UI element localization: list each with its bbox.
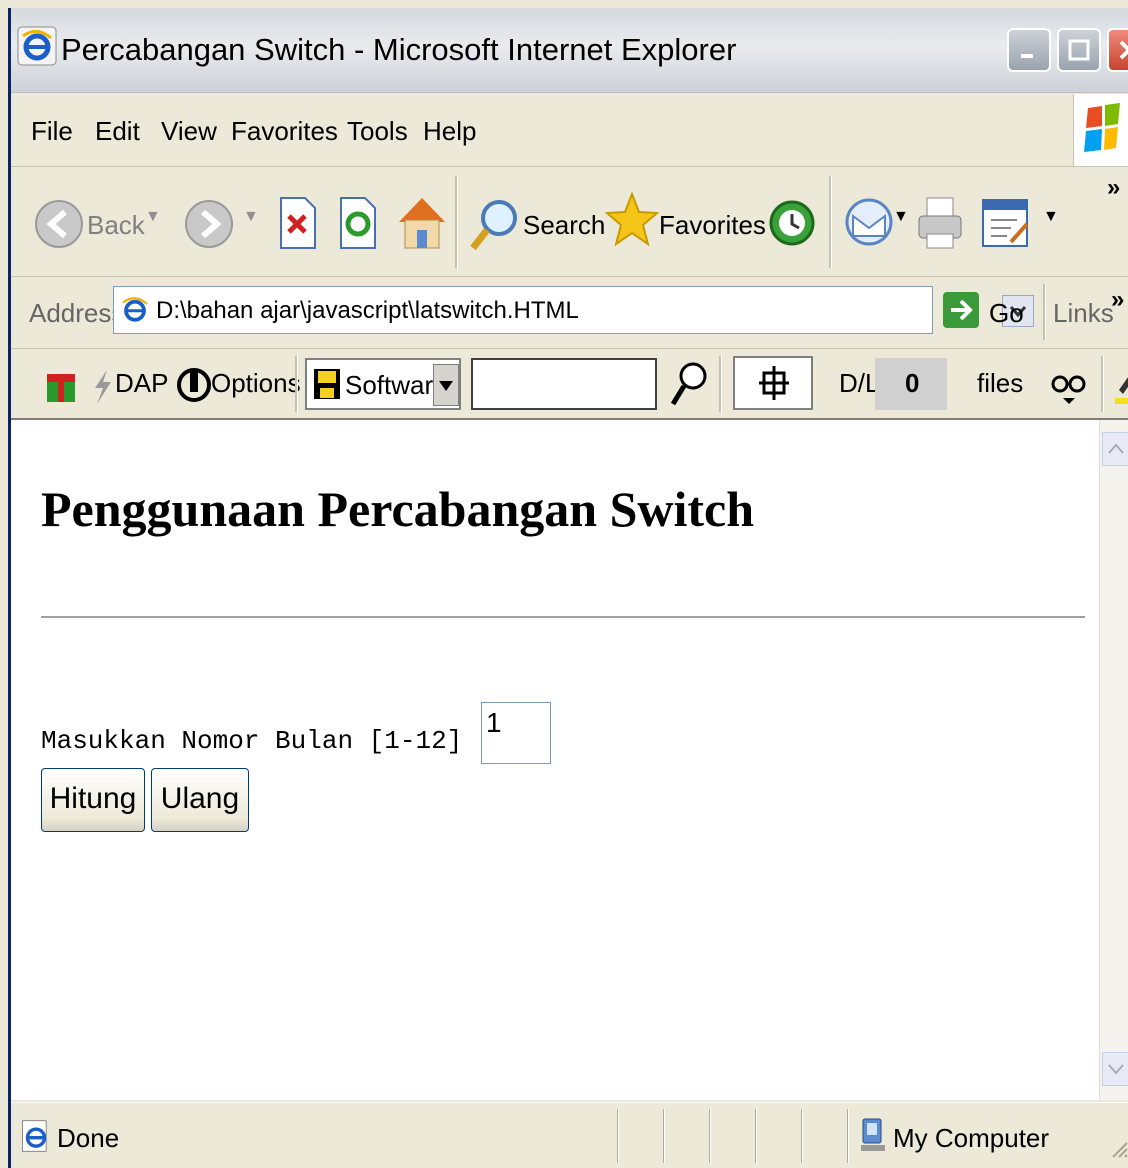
close-icon <box>1119 40 1128 60</box>
title-bar[interactable]: Percabangan Switch - Microsoft Internet … <box>11 8 1128 93</box>
mail-icon[interactable] <box>845 194 897 252</box>
stop-icon[interactable] <box>277 196 317 250</box>
menu-favorites[interactable]: Favorites <box>231 116 338 147</box>
crosshair-button[interactable] <box>733 356 813 410</box>
page-heading: Penggunaan Percabangan Switch <box>41 481 755 537</box>
dap-separator-2 <box>719 356 722 412</box>
links-more-chevron[interactable]: » <box>1111 286 1124 314</box>
scroll-up-button[interactable] <box>1102 432 1128 466</box>
menu-view[interactable]: View <box>161 116 217 147</box>
status-text: Done <box>57 1123 120 1153</box>
maximize-icon <box>1068 39 1090 61</box>
software-select[interactable]: Software <box>305 358 461 410</box>
status-separator <box>847 1109 849 1163</box>
dap-separator-3 <box>1101 356 1104 412</box>
chevron-up-icon <box>1108 443 1124 454</box>
refresh-icon[interactable] <box>337 196 377 250</box>
maximize-button[interactable] <box>1057 28 1101 72</box>
menu-bar: File Edit View Favorites Tools Help <box>11 94 1128 167</box>
menu-help[interactable]: Help <box>423 116 476 147</box>
my-computer-icon <box>861 1118 885 1151</box>
mail-dropdown-icon[interactable]: ▼ <box>893 208 909 226</box>
page-done-icon <box>21 1120 47 1152</box>
dap-toolbar: DAP Options Software D/L 0 files <box>11 350 1128 420</box>
status-bar: Done My Computer <box>11 1102 1128 1168</box>
window-title: Percabangan Switch - Microsoft Internet … <box>61 32 737 67</box>
resize-grip-icon[interactable] <box>1109 1139 1128 1159</box>
windows-flag-icon <box>1084 103 1120 152</box>
month-prompt: Masukkan Nomor Bulan [1-12] : <box>41 726 494 756</box>
go-arrow-icon <box>951 299 973 321</box>
address-bar: Address D:\bahan ajar\javascript\latswit… <box>11 278 1128 349</box>
scroll-down-button[interactable] <box>1102 1052 1128 1086</box>
software-dropdown[interactable] <box>433 364 459 406</box>
menu-tools[interactable]: Tools <box>347 116 408 147</box>
go-button[interactable]: Go <box>989 298 1024 329</box>
status-separator <box>617 1109 619 1163</box>
menu-edit[interactable]: Edit <box>95 116 140 147</box>
dap-button[interactable]: DAP <box>115 368 168 399</box>
minimize-icon <box>1021 54 1033 58</box>
home-icon[interactable] <box>395 192 449 252</box>
back-arrow-icon[interactable] <box>33 198 85 250</box>
forward-arrow-icon[interactable] <box>183 198 235 250</box>
vertical-scrollbar[interactable] <box>1099 420 1128 1100</box>
toolbar-separator-2 <box>829 176 832 268</box>
search-icon[interactable] <box>467 198 521 254</box>
horizontal-rule <box>41 616 1085 619</box>
magnifier-icon[interactable] <box>667 360 711 410</box>
windows-logo <box>1073 94 1128 166</box>
triangle-down-icon <box>439 381 453 391</box>
minimize-button[interactable] <box>1007 28 1051 72</box>
dap-separator <box>295 356 298 412</box>
ulang-button[interactable]: Ulang <box>151 768 249 832</box>
dl-label: D/L <box>839 368 880 398</box>
browser-window: Percabangan Switch - Microsoft Internet … <box>8 8 1128 1168</box>
page-ie-icon <box>122 297 148 322</box>
history-icon[interactable] <box>767 198 817 248</box>
edit-page-icon[interactable] <box>981 198 1033 252</box>
month-number-input[interactable]: 1 <box>481 702 551 764</box>
address-value: D:\bahan ajar\javascript\latswitch.HTML <box>156 297 579 324</box>
standard-toolbar: Back ▼ ▼ Search Favorites ▼ ▼ » <box>11 168 1128 277</box>
close-button[interactable] <box>1107 28 1128 72</box>
status-separator <box>709 1109 711 1163</box>
status-separator <box>755 1109 757 1163</box>
toolbar-separator <box>455 176 458 268</box>
glasses-icon[interactable] <box>1051 368 1087 404</box>
address-label: Address <box>29 298 125 328</box>
ie-logo-icon <box>17 26 57 66</box>
dap-lightning-icon[interactable] <box>89 368 115 406</box>
zone-text: My Computer <box>893 1123 1050 1153</box>
status-separator <box>663 1109 665 1163</box>
files-label: files <box>977 368 1024 398</box>
dl-count: 0 <box>905 368 920 398</box>
toolbar-more-chevron[interactable]: » <box>1107 174 1120 202</box>
address-separator <box>1043 284 1046 340</box>
favorites-star-icon[interactable] <box>605 192 659 250</box>
edit-dropdown-icon[interactable]: ▼ <box>1043 208 1059 226</box>
forward-dropdown-icon[interactable]: ▼ <box>243 208 259 226</box>
back-button[interactable]: Back <box>87 210 145 241</box>
gift-icon[interactable] <box>45 366 77 404</box>
page-content: Penggunaan Percabangan Switch Masukkan N… <box>11 420 1099 1100</box>
go-arrow[interactable] <box>943 292 979 328</box>
back-dropdown-icon[interactable]: ▼ <box>145 208 161 226</box>
menu-file[interactable]: File <box>31 116 73 147</box>
highlighter-icon[interactable] <box>1113 366 1128 406</box>
options-icon[interactable] <box>175 366 213 404</box>
hitung-button[interactable]: Hitung <box>41 768 145 832</box>
search-button[interactable]: Search <box>523 210 605 241</box>
toolbar-search-input[interactable] <box>471 358 657 410</box>
chevron-down-icon <box>1108 1064 1124 1075</box>
links-button[interactable]: Links <box>1053 298 1114 329</box>
address-input[interactable]: D:\bahan ajar\javascript\latswitch.HTML <box>113 286 1034 334</box>
status-separator <box>801 1109 803 1163</box>
floppy-icon <box>314 369 340 399</box>
print-icon[interactable] <box>915 196 965 252</box>
dl-counter: 0 <box>875 358 947 410</box>
favorites-button[interactable]: Favorites <box>659 210 766 241</box>
crosshair-icon <box>759 366 789 400</box>
options-button[interactable]: Options <box>211 368 301 399</box>
